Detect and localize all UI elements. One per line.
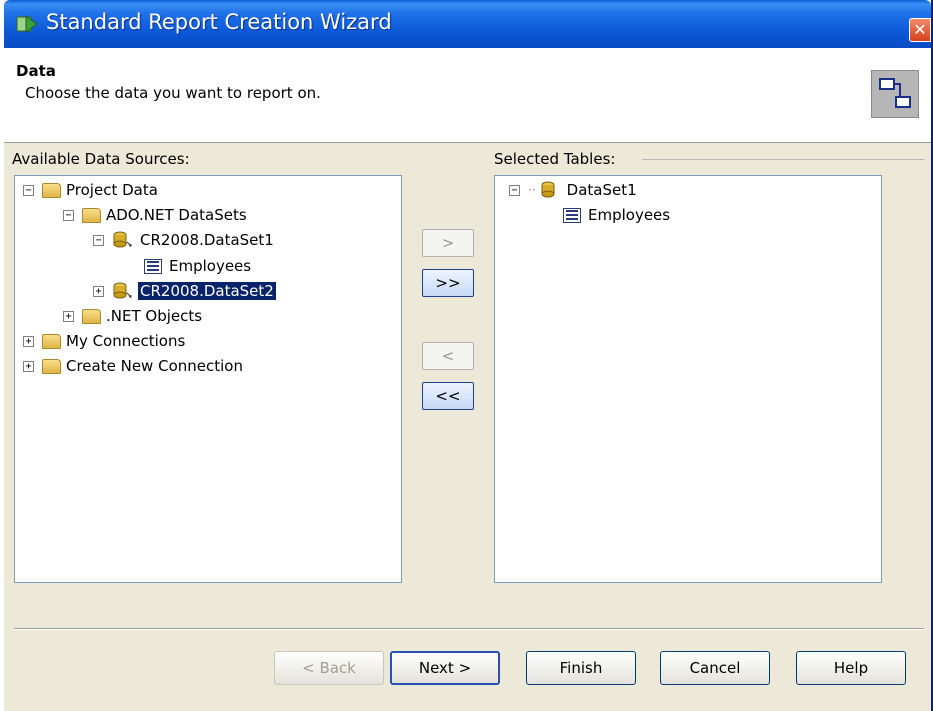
- title-bar[interactable]: Standard Report Creation Wizard ✕: [4, 0, 931, 48]
- close-icon[interactable]: ✕: [909, 18, 931, 42]
- wizard-app-icon: [16, 15, 38, 33]
- collapse-icon[interactable]: −: [23, 184, 34, 196]
- collapse-icon[interactable]: −: [93, 234, 104, 246]
- collapse-icon[interactable]: −: [509, 184, 520, 196]
- page-subtitle: Choose the data you want to report on.: [25, 84, 321, 102]
- collapse-icon[interactable]: −: [63, 209, 74, 221]
- add-selected-button[interactable]: >: [422, 229, 474, 257]
- tree-item-dataset2[interactable]: + CR2008.DataSet2: [93, 280, 276, 302]
- remove-selected-button[interactable]: <: [422, 342, 474, 370]
- section-divider: [642, 159, 924, 160]
- available-sources-tree[interactable]: − Project Data − ADO.NET DataSets − CR20…: [14, 175, 402, 583]
- tree-item-label: Employees: [588, 206, 671, 224]
- tree-item-employees[interactable]: Employees: [144, 255, 253, 277]
- expand-icon[interactable]: +: [63, 310, 74, 322]
- wizard-window: Standard Report Creation Wizard ✕ Data C…: [4, 0, 933, 711]
- help-button[interactable]: Help: [796, 651, 906, 685]
- tree-item-label: Employees: [169, 257, 252, 275]
- tree-item-label: Create New Connection: [66, 357, 243, 375]
- dataset-icon: [541, 181, 555, 198]
- folder-icon: [42, 358, 61, 374]
- dataset-icon: [113, 231, 132, 248]
- folder-icon: [42, 333, 61, 349]
- table-icon: [563, 207, 581, 223]
- table-icon: [144, 258, 162, 274]
- dataset-icon: [113, 282, 132, 299]
- tree-item-label: ADO.NET DataSets: [106, 206, 247, 224]
- link-tables-icon: [871, 70, 919, 118]
- add-all-button[interactable]: >>: [422, 269, 474, 297]
- tree-item-label: CR2008.DataSet2: [138, 282, 276, 300]
- tree-item-label: CR2008.DataSet1: [140, 231, 274, 249]
- tree-item-project-data[interactable]: − Project Data: [23, 179, 160, 201]
- tree-connector: ··: [528, 183, 536, 197]
- tree-item-label: My Connections: [66, 332, 186, 350]
- tree-item-create-new-connection[interactable]: + Create New Connection: [23, 355, 245, 377]
- cancel-button[interactable]: Cancel: [660, 651, 770, 685]
- folder-icon: [42, 182, 61, 198]
- tree-item-employees-selected[interactable]: Employees: [563, 204, 672, 226]
- tree-item-net-objects[interactable]: + .NET Objects: [63, 305, 204, 327]
- tree-item-my-connections[interactable]: + My Connections: [23, 330, 187, 352]
- page-title: Data: [16, 62, 56, 80]
- selected-tables-label: Selected Tables:: [494, 150, 616, 168]
- tree-item-dataset1-selected[interactable]: − ·· DataSet1: [509, 179, 639, 201]
- window-title: Standard Report Creation Wizard: [46, 10, 392, 34]
- remove-all-button[interactable]: <<: [422, 382, 474, 410]
- expand-icon[interactable]: +: [23, 335, 34, 347]
- available-sources-label: Available Data Sources:: [12, 150, 190, 168]
- expand-icon[interactable]: +: [23, 360, 34, 372]
- tree-item-label: Project Data: [66, 181, 158, 199]
- expand-icon[interactable]: +: [93, 285, 104, 297]
- tree-item-label: .NET Objects: [106, 307, 203, 325]
- folder-icon: [82, 207, 101, 223]
- tree-item-dataset1[interactable]: − CR2008.DataSet1: [93, 229, 276, 251]
- wizard-header: Data Choose the data you want to report …: [4, 48, 931, 143]
- tree-item-label: DataSet1: [566, 181, 637, 199]
- next-button[interactable]: Next >: [390, 651, 500, 685]
- footer-divider-highlight: [14, 629, 924, 630]
- selected-tables-tree[interactable]: − ·· DataSet1 Employees: [494, 175, 882, 583]
- folder-icon: [82, 308, 101, 324]
- back-button[interactable]: < Back: [274, 651, 384, 685]
- tree-item-ado-net-datasets[interactable]: − ADO.NET DataSets: [63, 204, 249, 226]
- finish-button[interactable]: Finish: [526, 651, 636, 685]
